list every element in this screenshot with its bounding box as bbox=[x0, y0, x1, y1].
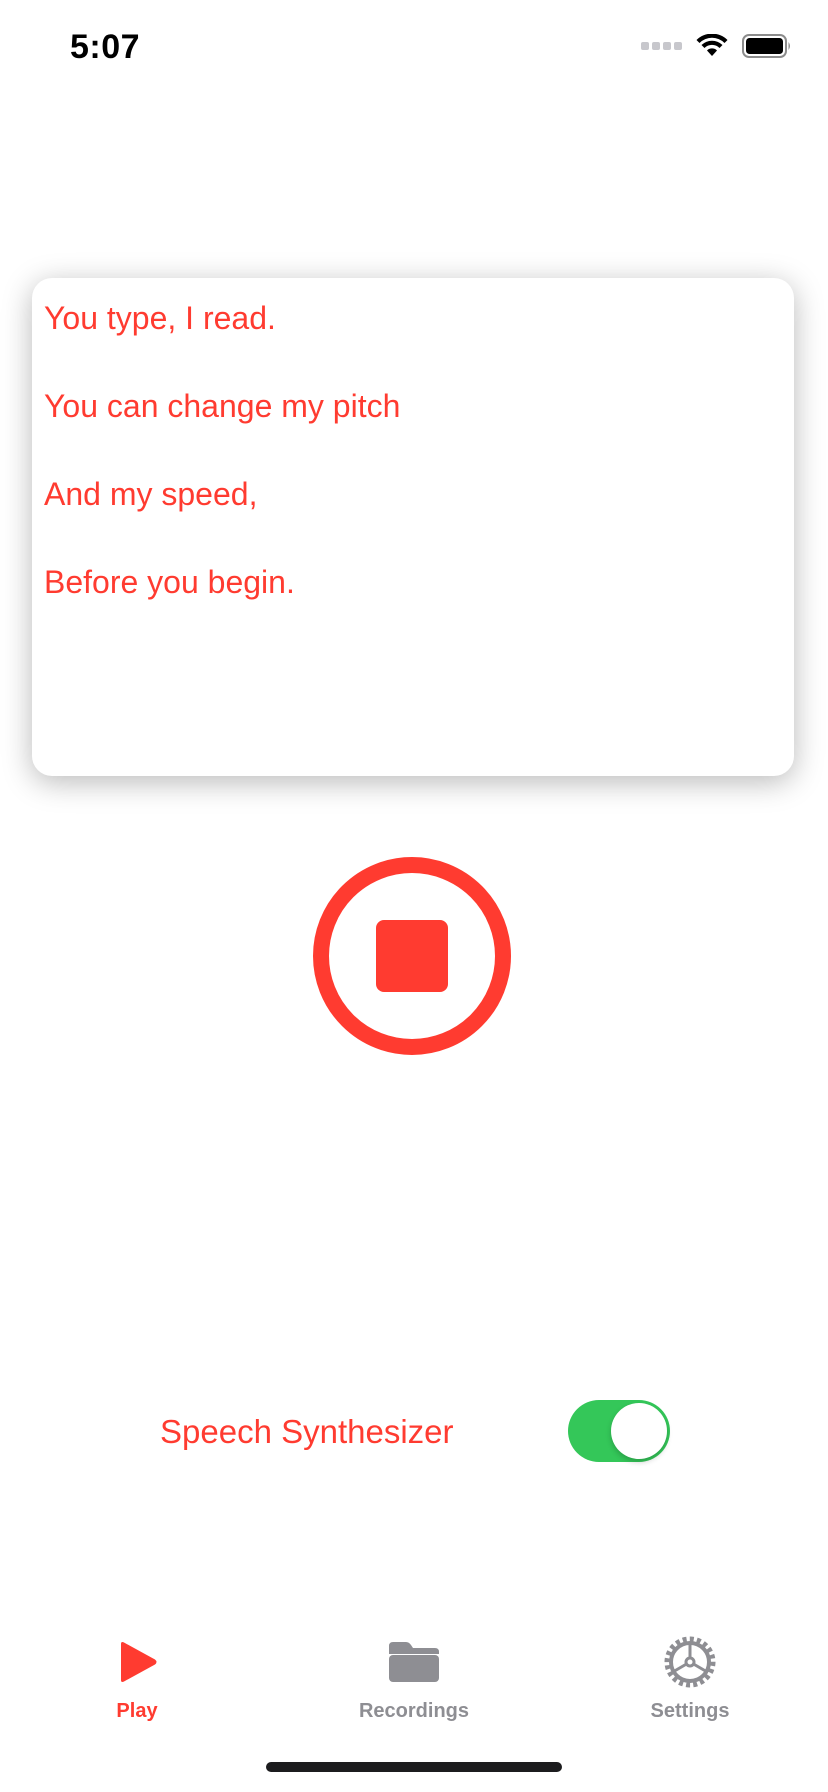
text-editor[interactable]: You type, I read. You can change my pitc… bbox=[32, 278, 794, 776]
gear-icon bbox=[664, 1636, 716, 1688]
speech-synthesizer-label: Speech Synthesizer bbox=[160, 1413, 454, 1450]
tab-label: Play bbox=[116, 1700, 158, 1722]
tab-label: Settings bbox=[650, 1700, 730, 1722]
battery-icon bbox=[742, 34, 790, 58]
play-icon bbox=[121, 1642, 157, 1682]
text-line: You type, I read. bbox=[44, 300, 276, 336]
speech-synthesizer-toggle[interactable] bbox=[568, 1400, 670, 1462]
stop-icon bbox=[376, 920, 448, 992]
text-line: You can change my pitch bbox=[44, 388, 401, 424]
text-line: And my speed, bbox=[44, 476, 258, 512]
toggle-knob bbox=[611, 1403, 667, 1459]
home-indicator bbox=[266, 1762, 562, 1772]
tab-play[interactable]: Play bbox=[37, 1632, 237, 1742]
folder-icon bbox=[389, 1642, 439, 1682]
tab-label: Recordings bbox=[358, 1700, 470, 1722]
status-icons bbox=[641, 34, 792, 58]
tab-settings[interactable]: Settings bbox=[590, 1632, 790, 1742]
screen: 5:07 You type, I read. You can change my… bbox=[0, 0, 828, 1792]
cellular-signal-icon bbox=[641, 42, 682, 50]
status-time: 5:07 bbox=[70, 28, 141, 66]
tab-recordings[interactable]: Recordings bbox=[314, 1632, 514, 1742]
text-line: Before you begin. bbox=[44, 564, 295, 600]
stop-button[interactable] bbox=[313, 857, 511, 1055]
wifi-icon bbox=[696, 34, 728, 56]
